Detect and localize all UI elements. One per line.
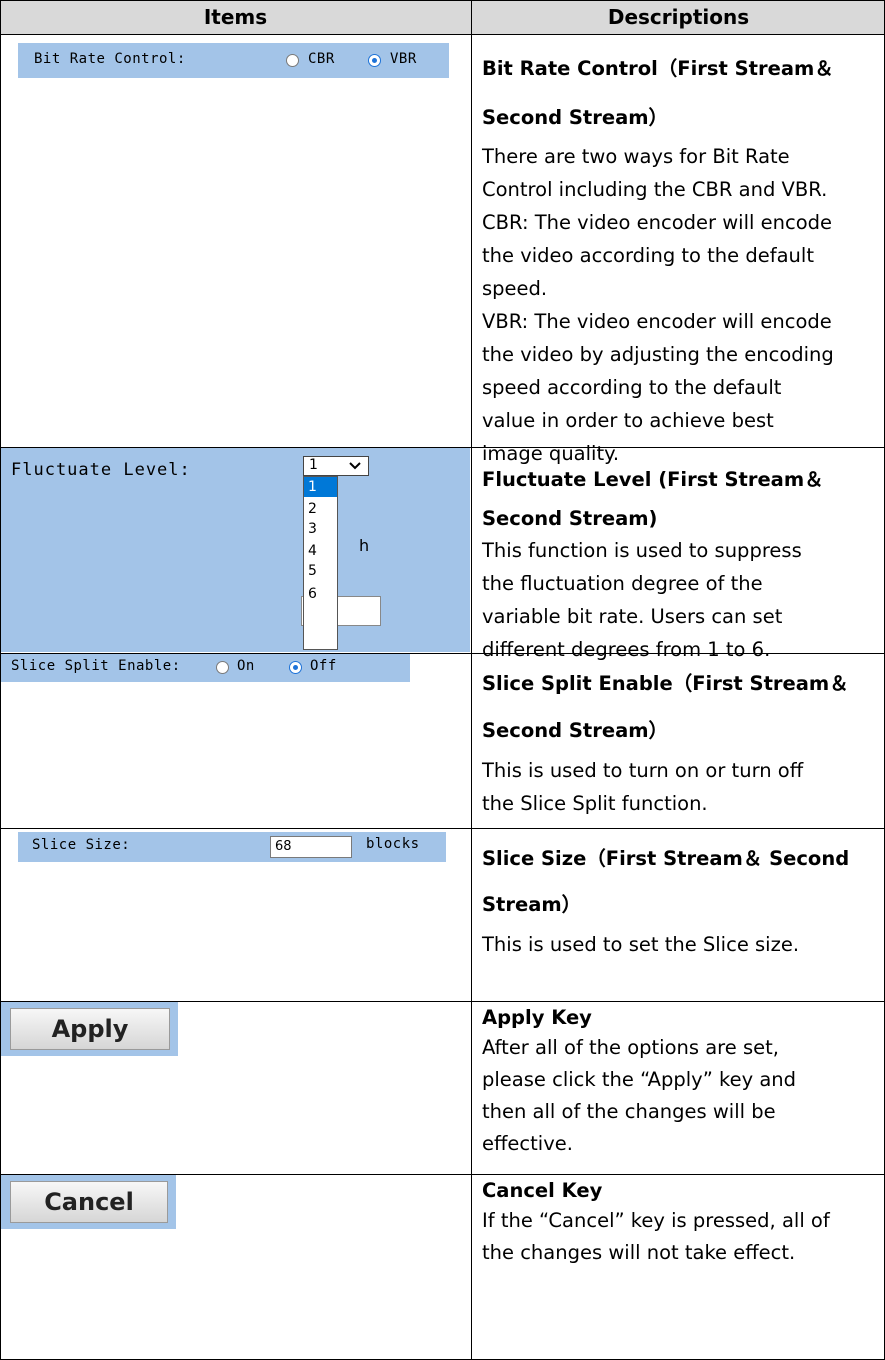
slice-size-title-cont: Stream） bbox=[482, 893, 582, 916]
slice-size-input[interactable]: 68 bbox=[270, 836, 352, 858]
fluctuate-level-select[interactable]: 1 bbox=[303, 456, 369, 476]
apply-button-panel: Apply bbox=[1, 1002, 178, 1056]
fluctuate-level-select-value: 1 bbox=[309, 457, 318, 473]
vbr-radio-label: VBR bbox=[390, 51, 417, 67]
chevron-down-icon bbox=[349, 462, 361, 470]
bit-rate-control-title-cont: Second Stream） bbox=[482, 106, 669, 129]
dropdown-option[interactable]: 2 bbox=[304, 497, 337, 517]
items-description-table: Items Descriptions Bit Rate Control: CBR… bbox=[0, 0, 885, 1360]
desc-line: VBR: The video encoder will encode bbox=[482, 310, 832, 333]
on-radio[interactable] bbox=[216, 661, 229, 674]
apply-key-description: Apply Key After all of the options are s… bbox=[482, 1004, 878, 1160]
hidden-text-fragment: h bbox=[359, 536, 370, 555]
cancel-button[interactable]: Cancel bbox=[10, 1181, 168, 1223]
desc-line: the Slice Split function. bbox=[482, 792, 708, 815]
desc-line: This function is used to suppress bbox=[482, 539, 802, 562]
cbr-radio[interactable] bbox=[286, 54, 299, 67]
desc-line: Control including the CBR and VBR. bbox=[482, 178, 828, 201]
desc-line: the fluctuation degree of the bbox=[482, 572, 763, 595]
desc-line: please click the “Apply” key and bbox=[482, 1068, 797, 1091]
fluctuate-level-title-cont: Second Stream) bbox=[482, 507, 658, 530]
bit-rate-control-title: Bit Rate Control（First Stream＆ bbox=[482, 57, 834, 80]
slice-split-title: Slice Split Enable（First Stream＆ bbox=[482, 672, 849, 695]
cancel-button-panel: Cancel bbox=[1, 1175, 176, 1229]
desc-line: This is used to set the Slice size. bbox=[482, 933, 800, 956]
cancel-key-description: Cancel Key If the “Cancel” key is presse… bbox=[482, 1177, 878, 1269]
table-border bbox=[0, 34, 885, 35]
bit-rate-control-panel: Bit Rate Control: CBR VBR bbox=[18, 43, 449, 78]
fluctuate-level-label: Fluctuate Level: bbox=[11, 460, 191, 480]
vbr-radio[interactable] bbox=[368, 54, 381, 67]
header-descriptions: Descriptions bbox=[472, 0, 885, 34]
apply-button[interactable]: Apply bbox=[10, 1008, 170, 1050]
slice-split-label: Slice Split Enable: bbox=[11, 658, 181, 674]
desc-line: CBR: The video encoder will encode bbox=[482, 211, 833, 234]
apply-key-title: Apply Key bbox=[482, 1006, 592, 1029]
table-border bbox=[0, 0, 885, 1]
slice-split-panel: Slice Split Enable: On Off bbox=[1, 654, 410, 682]
cancel-key-title: Cancel Key bbox=[482, 1179, 603, 1202]
off-radio-label: Off bbox=[310, 658, 337, 674]
desc-line: If the “Cancel” key is pressed, all of bbox=[482, 1209, 830, 1232]
slice-size-label: Slice Size: bbox=[32, 837, 131, 853]
desc-line: the video according to the default bbox=[482, 244, 814, 267]
slice-size-title: Slice Size（First Stream＆ Second bbox=[482, 847, 850, 870]
slice-size-panel: Slice Size: 68 blocks bbox=[18, 832, 446, 862]
dropdown-option[interactable]: 6 bbox=[304, 577, 337, 602]
bit-rate-control-label: Bit Rate Control: bbox=[34, 51, 186, 67]
desc-line: the video by adjusting the encoding bbox=[482, 343, 834, 366]
desc-line: After all of the options are set, bbox=[482, 1036, 779, 1059]
desc-line: the changes will not take effect. bbox=[482, 1241, 796, 1264]
header-items: Items bbox=[0, 0, 471, 34]
dropdown-option[interactable]: 5 bbox=[304, 557, 337, 579]
desc-line: speed. bbox=[482, 277, 548, 300]
table-border bbox=[471, 0, 472, 1360]
cbr-radio-label: CBR bbox=[308, 51, 335, 67]
fluctuate-level-description: Fluctuate Level (First Stream＆ Second St… bbox=[482, 456, 878, 666]
fluctuate-level-panel: Fluctuate Level: h 1 1 2 3 4 5 6 bbox=[1, 448, 470, 652]
slice-split-title-cont: Second Stream） bbox=[482, 719, 669, 742]
desc-line: This is used to turn on or turn off bbox=[482, 759, 804, 782]
desc-line: value in order to achieve best bbox=[482, 409, 774, 432]
off-radio[interactable] bbox=[289, 661, 302, 674]
desc-line: then all of the changes will be bbox=[482, 1100, 776, 1123]
slice-size-unit: blocks bbox=[366, 836, 420, 852]
slice-size-input-value: 68 bbox=[275, 839, 292, 854]
desc-line: variable bit rate. Users can set bbox=[482, 605, 783, 628]
dropdown-option[interactable]: 3 bbox=[304, 517, 337, 537]
desc-line: There are two ways for Bit Rate bbox=[482, 145, 790, 168]
bit-rate-control-description: Bit Rate Control（First Stream＆ Second St… bbox=[482, 42, 878, 470]
desc-line: speed according to the default bbox=[482, 376, 782, 399]
table-border bbox=[0, 828, 885, 829]
on-radio-label: On bbox=[237, 658, 255, 674]
dropdown-option[interactable]: 4 bbox=[304, 537, 337, 559]
fluctuate-level-title: Fluctuate Level (First Stream＆ bbox=[482, 468, 824, 491]
dropdown-option[interactable]: 1 bbox=[304, 477, 337, 497]
desc-line: effective. bbox=[482, 1132, 573, 1155]
slice-split-description: Slice Split Enable（First Stream＆ Second … bbox=[482, 660, 878, 820]
slice-size-description: Slice Size（First Stream＆ Second Stream） … bbox=[482, 836, 878, 961]
fluctuate-level-dropdown-list: 1 2 3 4 5 6 bbox=[303, 476, 338, 650]
